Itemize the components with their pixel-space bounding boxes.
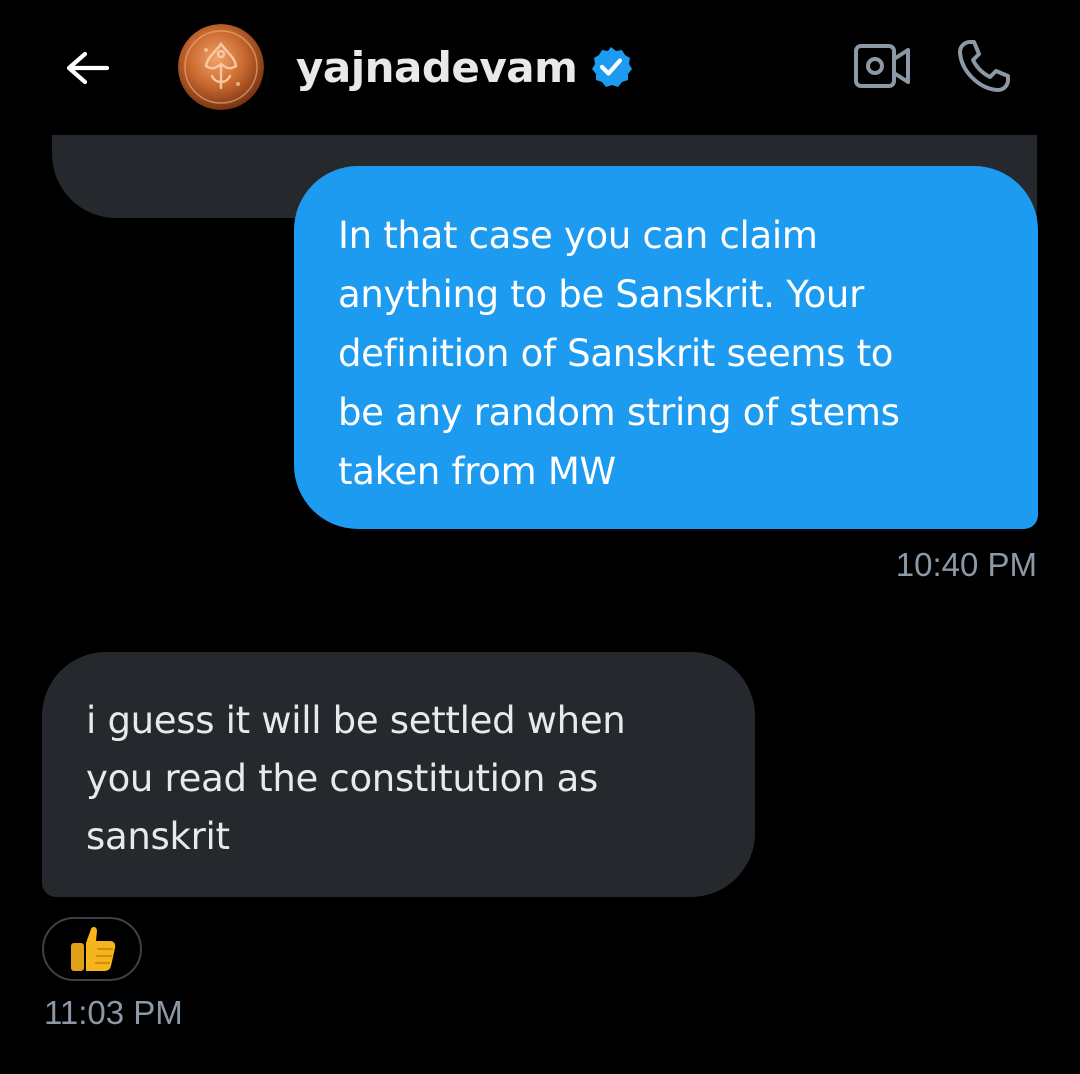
video-call-button[interactable] <box>850 36 914 96</box>
back-button[interactable] <box>58 40 114 96</box>
dm-conversation-screen: yajnadevam In that case you can claim an… <box>0 0 1080 1074</box>
thumbs-up-icon <box>71 926 116 971</box>
voice-call-button[interactable] <box>952 34 1016 98</box>
arrow-left-icon <box>66 51 110 85</box>
reaction-badge[interactable] <box>42 917 142 981</box>
phone-icon <box>958 40 1010 92</box>
conversation-header: yajnadevam <box>0 0 1080 135</box>
username: yajnadevam <box>296 42 578 92</box>
verified-badge-icon <box>589 45 633 89</box>
sent-message-bubble[interactable]: In that case you can claim anything to b… <box>294 166 1038 529</box>
message-timestamp: 11:03 PM <box>44 994 183 1031</box>
coin-avatar-image <box>178 24 264 110</box>
video-camera-icon <box>854 44 910 88</box>
message-text: i guess it will be settled when you read… <box>86 699 626 858</box>
received-message-bubble[interactable]: i guess it will be settled when you read… <box>42 652 755 897</box>
message-text: In that case you can claim anything to b… <box>338 214 900 493</box>
message-timestamp: 10:40 PM <box>895 546 1037 583</box>
conversation-title[interactable]: yajnadevam <box>296 36 633 98</box>
avatar[interactable] <box>178 24 264 110</box>
